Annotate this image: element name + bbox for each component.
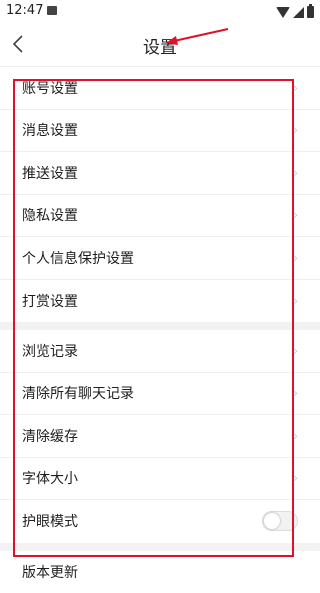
toggle-knob — [264, 513, 280, 529]
chevron-right-icon: › — [293, 386, 298, 400]
settings-row-version-update[interactable]: 版本更新 — [0, 551, 320, 593]
row-label: 护眼模式 — [22, 511, 78, 531]
settings-row-history[interactable]: 浏览记录 › — [0, 330, 320, 373]
eye-care-toggle[interactable] — [262, 511, 298, 531]
chevron-right-icon: › — [293, 344, 298, 358]
chevron-right-icon: › — [293, 166, 298, 180]
battery-icon — [307, 6, 314, 18]
chevron-right-icon: › — [293, 81, 298, 95]
row-label: 账号设置 — [22, 78, 78, 98]
section-divider — [0, 543, 320, 551]
settings-row-font-size[interactable]: 字体大小 › — [0, 458, 320, 501]
settings-row-clear-chats[interactable]: 清除所有聊天记录 › — [0, 373, 320, 416]
chevron-right-icon: › — [293, 208, 298, 222]
settings-row-personal-info[interactable]: 个人信息保护设置 › — [0, 237, 320, 280]
row-label: 清除所有聊天记录 — [22, 383, 134, 403]
status-icons — [276, 5, 314, 19]
row-label: 隐私设置 — [22, 205, 78, 225]
chevron-right-icon: › — [293, 294, 298, 308]
row-label: 推送设置 — [22, 163, 78, 183]
row-label: 浏览记录 — [22, 341, 78, 361]
settings-row-clear-cache[interactable]: 清除缓存 › — [0, 415, 320, 458]
settings-row-eye-care: 护眼模式 — [0, 500, 320, 543]
chevron-right-icon: › — [293, 123, 298, 137]
chevron-right-icon: › — [293, 251, 298, 265]
annotation-arrow — [160, 26, 232, 50]
chevron-right-icon: › — [293, 429, 298, 443]
row-label: 打赏设置 — [22, 291, 78, 311]
row-label: 版本更新 — [22, 562, 78, 582]
row-label: 清除缓存 — [22, 426, 78, 446]
status-bar: 12:47 — [0, 0, 320, 24]
signal-icon — [293, 7, 304, 18]
row-label: 个人信息保护设置 — [22, 248, 134, 268]
chevron-right-icon: › — [293, 471, 298, 485]
settings-row-messages[interactable]: 消息设置 › — [0, 110, 320, 153]
settings-row-privacy[interactable]: 隐私设置 › — [0, 195, 320, 238]
row-label: 字体大小 — [22, 468, 78, 488]
settings-row-push[interactable]: 推送设置 › — [0, 152, 320, 195]
gallery-notification-icon — [47, 6, 57, 15]
section-divider — [0, 322, 320, 330]
settings-list: 账号设置 › 消息设置 › 推送设置 › 隐私设置 › 个人信息保护设置 › 打… — [0, 66, 320, 593]
settings-row-account[interactable]: 账号设置 › — [0, 67, 320, 110]
row-label: 消息设置 — [22, 120, 78, 140]
wifi-icon — [276, 7, 290, 18]
status-time: 12:47 — [6, 3, 43, 18]
settings-row-tipping[interactable]: 打赏设置 › — [0, 280, 320, 323]
